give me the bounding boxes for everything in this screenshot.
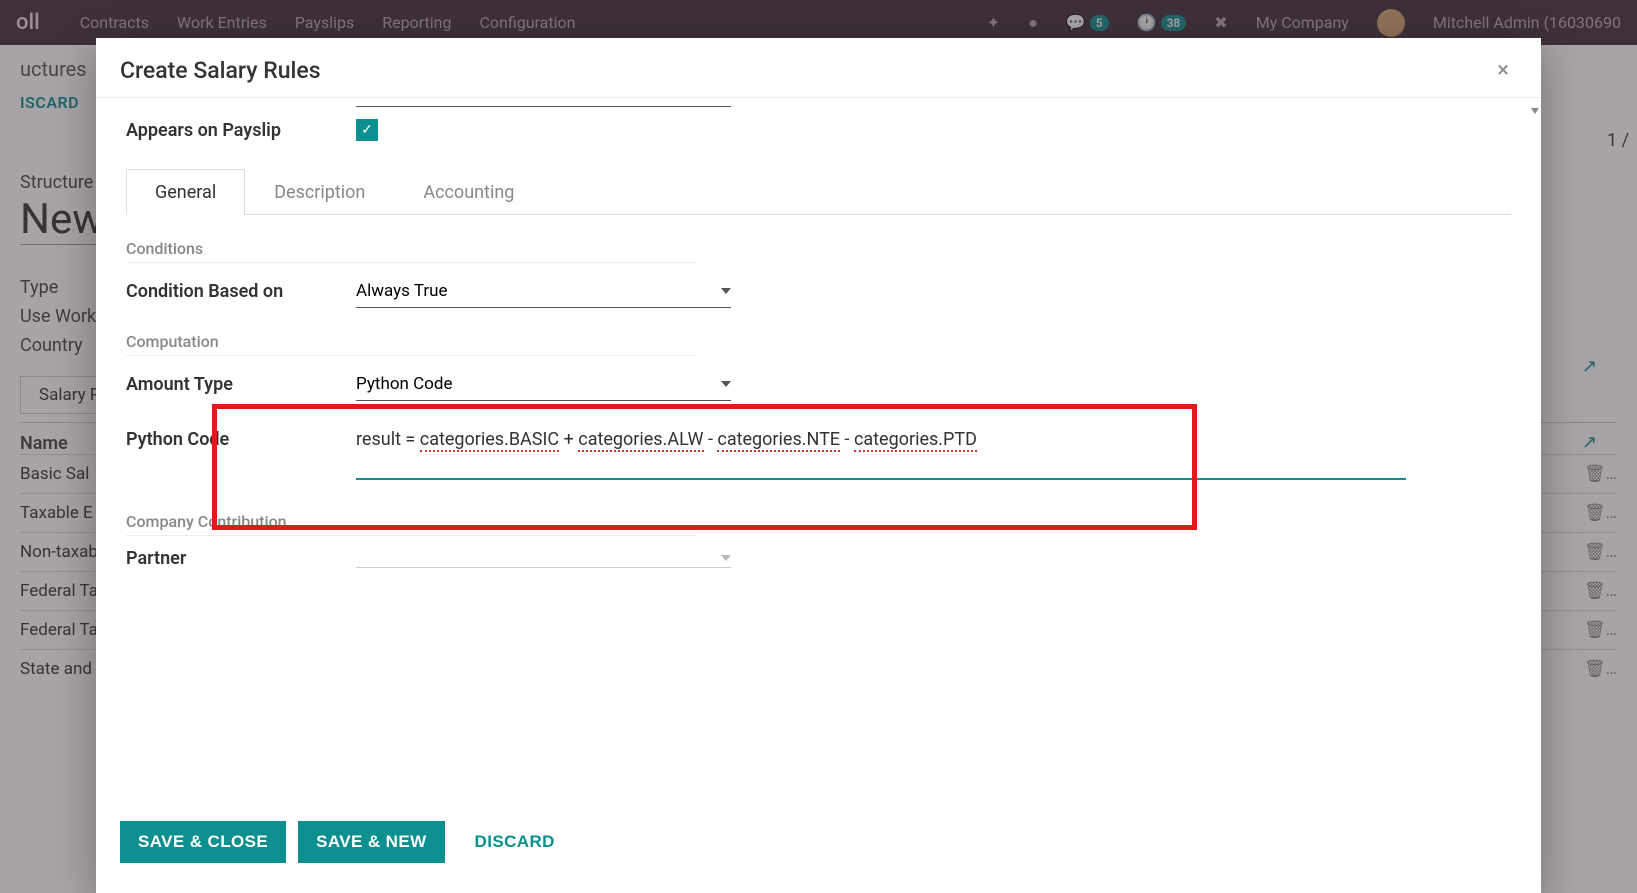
active-field-underline bbox=[356, 478, 1406, 480]
tab-accounting[interactable]: Accounting bbox=[394, 169, 543, 215]
chevron-down-icon bbox=[721, 288, 731, 294]
amount-type-value: Python Code bbox=[356, 374, 452, 394]
modal-title: Create Salary Rules bbox=[120, 57, 321, 84]
python-code-textarea[interactable]: result = categories.BASIC + categories.A… bbox=[356, 429, 977, 450]
chevron-down-icon bbox=[721, 555, 731, 561]
section-computation: Computation bbox=[126, 332, 696, 356]
chevron-down-icon bbox=[721, 381, 731, 387]
tab-general[interactable]: General bbox=[126, 169, 245, 215]
modal-body: Appears on Payslip ✓ General Description… bbox=[96, 97, 1541, 805]
appears-on-payslip-checkbox[interactable]: ✓ bbox=[356, 119, 378, 141]
python-code-label: Python Code bbox=[126, 429, 356, 450]
tab-bar: General Description Accounting bbox=[126, 169, 1511, 215]
tab-description[interactable]: Description bbox=[245, 169, 394, 215]
amount-type-select[interactable]: Python Code bbox=[356, 368, 731, 401]
save-close-button[interactable]: SAVE & CLOSE bbox=[120, 821, 286, 863]
modal-footer: SAVE & CLOSE SAVE & NEW DISCARD bbox=[96, 805, 1541, 893]
close-icon[interactable]: × bbox=[1489, 54, 1517, 87]
save-new-button[interactable]: SAVE & NEW bbox=[298, 821, 444, 863]
modal-dialog: Create Salary Rules × Appears on Payslip… bbox=[96, 38, 1541, 893]
modal-backdrop[interactable]: Create Salary Rules × Appears on Payslip… bbox=[0, 0, 1637, 893]
condition-based-on-label: Condition Based on bbox=[126, 281, 356, 302]
scroll-up-icon[interactable] bbox=[1531, 108, 1539, 114]
partner-label: Partner bbox=[126, 548, 356, 569]
partner-select[interactable] bbox=[356, 549, 731, 568]
modal-header: Create Salary Rules × bbox=[96, 38, 1541, 97]
condition-based-on-select[interactable]: Always True bbox=[356, 275, 731, 308]
section-company-contribution: Company Contribution bbox=[126, 512, 696, 536]
appears-on-payslip-label: Appears on Payslip bbox=[126, 120, 356, 141]
discard-button[interactable]: DISCARD bbox=[457, 821, 573, 863]
section-conditions: Conditions bbox=[126, 239, 696, 263]
condition-value: Always True bbox=[356, 281, 448, 301]
amount-type-label: Amount Type bbox=[126, 374, 356, 395]
